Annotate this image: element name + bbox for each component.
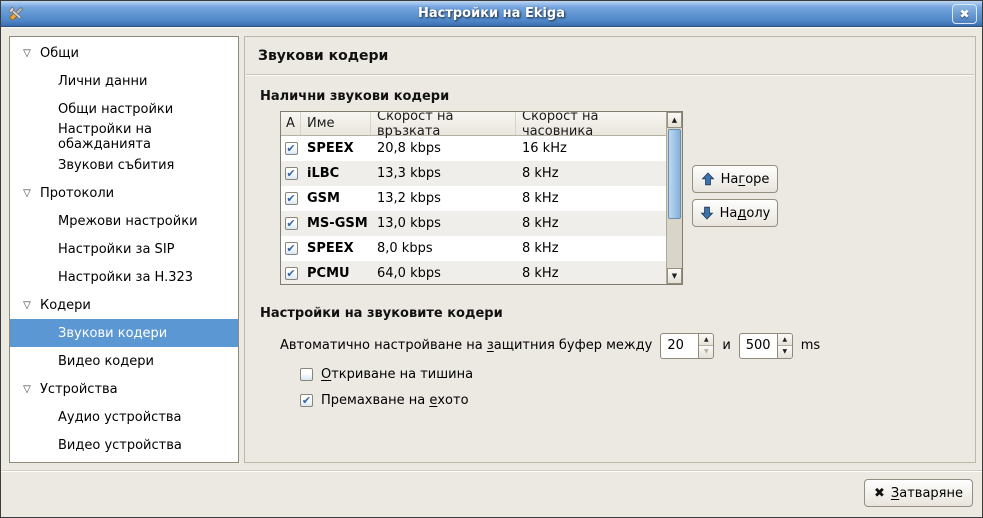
check-icon: ✔ xyxy=(302,394,311,407)
sidebar-item-sip-settings[interactable]: Настройки за SIP xyxy=(10,235,238,263)
footer-separator xyxy=(1,470,982,472)
expander-icon[interactable]: ▽ xyxy=(20,48,34,59)
available-codecs-heading: Налични звукови кодери xyxy=(260,89,449,104)
sidebar-item-general[interactable]: ▽ Общи xyxy=(10,39,238,67)
jitter-buffer-row: Автоматично настройване на защитния буфе… xyxy=(280,332,820,359)
expander-icon[interactable]: ▽ xyxy=(20,384,34,395)
expander-icon[interactable]: ▽ xyxy=(20,188,34,199)
expander-icon[interactable]: ▽ xyxy=(20,300,34,311)
spin-down-icon[interactable]: ▼ xyxy=(778,346,792,358)
check-icon: ✔ xyxy=(286,167,295,180)
table-row[interactable]: ✔ iLBC 13,3 kbps 8 kHz xyxy=(281,161,668,186)
jitter-min-input[interactable] xyxy=(660,333,698,359)
preferences-dialog: Настройки на Ekiga ✖ ▽ Общи Лични данни … xyxy=(0,0,983,518)
move-up-label: Нагоре xyxy=(721,172,770,187)
check-icon: ✔ xyxy=(286,142,295,155)
sidebar-item-protocols[interactable]: ▽ Протоколи xyxy=(10,179,238,207)
move-up-button[interactable]: Нагоре xyxy=(692,165,778,193)
table-row[interactable]: ✔ SPEEX 8,0 kbps 8 kHz xyxy=(281,236,668,261)
settings-tree: ▽ Общи Лични данни Общи настройки Настро… xyxy=(9,36,239,463)
titlebar: Настройки на Ekiga ✖ xyxy=(1,1,982,27)
echo-cancellation-option[interactable]: ✔ Премахване на ехото xyxy=(300,393,469,408)
sidebar-item-personal-data[interactable]: Лични данни xyxy=(10,67,238,95)
sidebar-item-audio-codecs[interactable]: Звукови кодери xyxy=(10,319,238,347)
column-header-clock-rate[interactable]: Скорост на часовника xyxy=(516,112,668,135)
codec-checkbox[interactable]: ✔ xyxy=(285,167,298,180)
codec-checkbox[interactable]: ✔ xyxy=(285,192,298,205)
scrollbar-thumb[interactable] xyxy=(668,129,681,219)
scroll-up-icon[interactable]: ▲ xyxy=(667,112,682,128)
silence-detection-label: Откриване на тишина xyxy=(321,367,473,382)
check-icon: ✔ xyxy=(286,217,295,230)
table-row[interactable]: ✔ GSM 13,2 kbps 8 kHz xyxy=(281,186,668,211)
silence-detection-option[interactable]: ✔ Откриване на тишина xyxy=(300,367,473,382)
move-down-button[interactable]: Надолу xyxy=(692,199,778,227)
sidebar-item-audio-devices[interactable]: Аудио устройства xyxy=(10,403,238,431)
page-title: Звукови кодери xyxy=(258,48,388,64)
silence-detection-checkbox[interactable]: ✔ xyxy=(300,368,313,381)
column-header-active[interactable]: А xyxy=(281,112,301,135)
codec-checkbox[interactable]: ✔ xyxy=(285,242,298,255)
title-separator xyxy=(246,74,974,76)
dialog-content: ▽ Общи Лични данни Общи настройки Настро… xyxy=(1,27,982,517)
sidebar-item-call-options[interactable]: Настройки на обажданията xyxy=(10,123,238,151)
sidebar-item-h323-settings[interactable]: Настройки за H.323 xyxy=(10,263,238,291)
window-title: Настройки на Ekiga xyxy=(1,6,982,21)
spin-up-icon[interactable]: ▲ xyxy=(699,334,713,347)
echo-cancellation-label: Премахване на ехото xyxy=(321,393,469,408)
arrow-down-icon xyxy=(700,206,714,220)
close-x-icon: ✖ xyxy=(959,7,969,21)
sidebar-item-devices[interactable]: ▽ Устройства xyxy=(10,375,238,403)
table-row[interactable]: ✔ MS-GSM 13,0 kbps 8 kHz xyxy=(281,211,668,236)
check-icon: ✔ xyxy=(286,242,295,255)
tools-icon[interactable] xyxy=(7,5,25,23)
arrow-up-icon xyxy=(701,172,715,186)
sidebar-item-sound-events[interactable]: Звукови събития xyxy=(10,151,238,179)
scroll-down-icon[interactable]: ▼ xyxy=(667,268,682,284)
codec-table-body: ✔ SPEEX 20,8 kbps 16 kHz ✔ iLBC 13,3 kbp… xyxy=(281,136,668,285)
close-button-label: Затваряне xyxy=(891,486,963,501)
codec-settings-heading: Настройки на звуковите кодери xyxy=(260,306,503,321)
spin-up-icon[interactable]: ▲ xyxy=(778,334,792,347)
table-row[interactable]: ✔ PCMU 64,0 kbps 8 kHz xyxy=(281,261,668,285)
spin-down-icon[interactable]: ▼ xyxy=(699,346,713,358)
sidebar-item-video-devices[interactable]: Видео устройства xyxy=(10,431,238,459)
sidebar-item-general-settings[interactable]: Общи настройки xyxy=(10,95,238,123)
table-row[interactable]: ✔ SPEEX 20,8 kbps 16 kHz xyxy=(281,136,668,161)
jitter-conjunction: и xyxy=(722,338,730,353)
move-down-label: Надолу xyxy=(720,206,771,221)
close-button[interactable]: ✖ Затваряне xyxy=(864,479,973,507)
jitter-buffer-label: Автоматично настройване на защитния буфе… xyxy=(280,338,652,353)
window-close-button[interactable]: ✖ xyxy=(952,4,977,24)
codec-table-header: А Име Скорост на връзката Скорост на час… xyxy=(281,112,668,136)
jitter-max-input[interactable] xyxy=(739,333,777,359)
scrollbar[interactable]: ▲ ▼ xyxy=(666,112,682,284)
check-icon: ✔ xyxy=(286,192,295,205)
column-header-bandwidth[interactable]: Скорост на връзката xyxy=(371,112,516,135)
echo-cancellation-checkbox[interactable]: ✔ xyxy=(300,394,313,407)
column-header-name[interactable]: Име xyxy=(301,112,371,135)
jitter-min-spinner: ▲ ▼ xyxy=(660,333,714,359)
audio-codecs-panel: Звукови кодери Налични звукови кодери А … xyxy=(244,36,976,463)
codec-checkbox[interactable]: ✔ xyxy=(285,267,298,280)
codec-table: А Име Скорост на връзката Скорост на час… xyxy=(280,111,683,285)
sidebar-item-network-settings[interactable]: Мрежови настройки xyxy=(10,207,238,235)
jitter-unit: ms xyxy=(801,338,820,353)
sidebar-item-codecs[interactable]: ▽ Кодери xyxy=(10,291,238,319)
jitter-max-spinner: ▲ ▼ xyxy=(739,333,793,359)
sidebar-item-video-codecs[interactable]: Видео кодери xyxy=(10,347,238,375)
codec-checkbox[interactable]: ✔ xyxy=(285,217,298,230)
codec-checkbox[interactable]: ✔ xyxy=(285,142,298,155)
check-icon: ✔ xyxy=(286,267,295,280)
close-x-icon: ✖ xyxy=(874,486,885,501)
